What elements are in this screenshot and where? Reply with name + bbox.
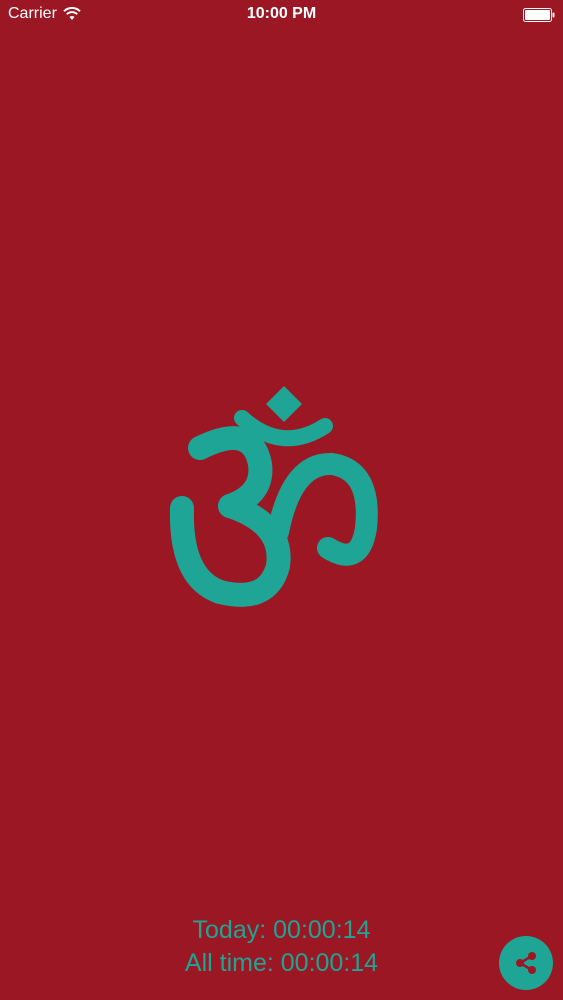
- all-time-stat: All time: 00:00:14: [184, 949, 379, 977]
- om-symbol: [160, 382, 400, 622]
- om-symbol-icon: [169, 386, 378, 607]
- stats-panel: Today: 00:00:14 All time: 00:00:14: [0, 914, 563, 980]
- app-screen: Carrier 10:00 PM Today: 00:00:14 All tim…: [0, 0, 563, 1000]
- status-time: 10:00 PM: [246, 5, 317, 22]
- share-icon: [516, 952, 536, 974]
- status-bar: Carrier 10:00 PM: [0, 0, 563, 30]
- battery-icon: [523, 8, 555, 22]
- share-button[interactable]: [499, 936, 553, 990]
- today-stat: Today: 00:00:14: [192, 916, 371, 944]
